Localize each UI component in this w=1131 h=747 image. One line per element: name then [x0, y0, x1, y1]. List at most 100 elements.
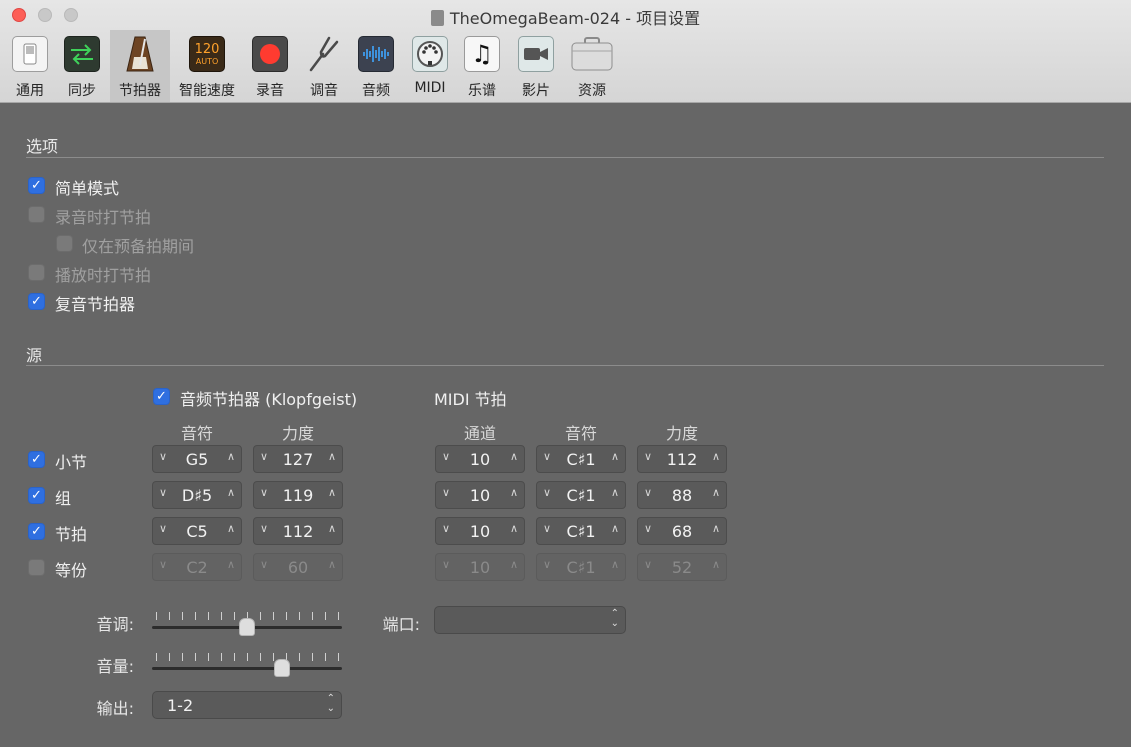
audio-click-checkbox[interactable]: ✓: [153, 388, 170, 405]
chevron-up-icon[interactable]: ∧: [611, 522, 619, 535]
chevron-down-icon[interactable]: ∨: [260, 450, 268, 463]
chevron-up-icon[interactable]: ∧: [611, 486, 619, 499]
chevron-up-icon: ∧: [610, 558, 619, 571]
division-channel-stepper[interactable]: ∨ 10 ∧: [435, 553, 525, 581]
velocity-column-header: 力度: [281, 424, 314, 443]
record-icon: [252, 36, 288, 72]
volume-slider[interactable]: [152, 647, 342, 677]
toolbar-assets[interactable]: 资源: [566, 30, 618, 102]
toolbar-score[interactable]: ♫ 乐谱: [458, 30, 506, 102]
beat-midi-velocity-stepper[interactable]: ∨ 68 ∧: [637, 517, 727, 545]
score-note-icon: ♫: [464, 36, 500, 72]
only-during-countin-checkbox[interactable]: [56, 235, 73, 252]
output-popup[interactable]: 1-2 ⌃ ⌄: [152, 691, 342, 719]
chevron-down-icon[interactable]: ∨: [644, 450, 652, 463]
toolbar-audio[interactable]: 音频: [352, 30, 400, 102]
chevron-up-icon[interactable]: ∧: [328, 450, 336, 463]
output-label: 输出:: [96, 699, 134, 718]
chevron-down-icon[interactable]: ∨: [159, 522, 167, 535]
volume-slider-knob[interactable]: [274, 659, 290, 677]
slider-tick: [195, 612, 196, 620]
window-title: TheOmegaBeam-024 - 项目设置: [449, 9, 701, 28]
title-bar: TheOmegaBeam-024 - 项目设置 通用 同步 节拍器 120 AU…: [0, 0, 1131, 103]
port-popup[interactable]: ⌃ ⌄: [434, 606, 626, 634]
chevron-down-icon[interactable]: ∨: [543, 522, 551, 535]
chevron-up-icon[interactable]: ∧: [227, 450, 235, 463]
chevron-up-icon[interactable]: ∧: [328, 486, 336, 499]
beat-midi-note-stepper[interactable]: ∨ C♯1 ∧: [536, 517, 626, 545]
division-midi-note-stepper[interactable]: ∨ C♯1 ∧: [536, 553, 626, 581]
chevron-up-icon[interactable]: ∧: [611, 450, 619, 463]
chevron-down-icon[interactable]: ∨: [442, 450, 450, 463]
chevron-down-icon[interactable]: ∨: [159, 486, 167, 499]
chevron-up-icon[interactable]: ∧: [227, 486, 235, 499]
chevron-down-icon[interactable]: ∨: [260, 486, 268, 499]
group-midi-velocity-stepper[interactable]: ∨ 88 ∧: [637, 481, 727, 509]
chevron-up-icon[interactable]: ∧: [510, 486, 518, 499]
chevron-down-icon[interactable]: ∨: [644, 522, 652, 535]
toolbar-movie[interactable]: 影片: [512, 30, 560, 102]
beat-note-stepper[interactable]: ∨ C5 ∧: [152, 517, 242, 545]
beat-checkbox[interactable]: ✓: [28, 523, 45, 540]
chevron-down-icon[interactable]: ∨: [260, 522, 268, 535]
source-divider: [26, 365, 1104, 366]
slider-tick: [221, 612, 222, 620]
slider-tick: [338, 612, 339, 620]
chevron-down-icon: ∨: [260, 558, 269, 571]
channel-column-header: 通道: [463, 424, 496, 443]
chevron-up-icon: ∧: [711, 558, 720, 571]
toolbar-midi[interactable]: MIDI: [406, 30, 454, 102]
toolbar-sync[interactable]: 同步: [58, 30, 106, 102]
slider-tick: [299, 612, 300, 620]
chevron-down-icon[interactable]: ∨: [644, 486, 652, 499]
chevron-up-icon[interactable]: ∧: [510, 450, 518, 463]
chevron-down-icon[interactable]: ∨: [442, 486, 450, 499]
slider-tick: [169, 653, 170, 661]
chevron-up-icon[interactable]: ∧: [712, 486, 720, 499]
bar-note-stepper[interactable]: ∨ G5 ∧: [152, 445, 242, 473]
toolbar-metronome[interactable]: 节拍器: [110, 30, 170, 102]
group-midi-note-stepper[interactable]: ∨ C♯1 ∧: [536, 481, 626, 509]
chevron-down-icon[interactable]: ∨: [442, 522, 450, 535]
chevron-down-icon[interactable]: ∨: [543, 450, 551, 463]
movie-camera-icon: [518, 36, 554, 72]
beat-channel-stepper[interactable]: ∨ 10 ∧: [435, 517, 525, 545]
toolbar-tuning[interactable]: 调音: [300, 30, 348, 102]
bar-checkbox[interactable]: ✓: [28, 451, 45, 468]
slider-tick: [338, 653, 339, 661]
bar-velocity-stepper[interactable]: ∨ 127 ∧: [253, 445, 343, 473]
toolbar-smart-tempo[interactable]: 120 AUTO 智能速度: [172, 30, 242, 102]
division-midi-velocity-stepper[interactable]: ∨ 52 ∧: [637, 553, 727, 581]
chevron-down-icon[interactable]: ∨: [543, 486, 551, 499]
metronome-icon: [122, 36, 158, 72]
bar-midi-velocity-stepper[interactable]: ∨ 112 ∧: [637, 445, 727, 473]
chevron-up-icon[interactable]: ∧: [712, 450, 720, 463]
group-note-stepper[interactable]: ∨ D♯5 ∧: [152, 481, 242, 509]
chevron-up-icon[interactable]: ∧: [227, 522, 235, 535]
slider-tick: [247, 653, 248, 661]
click-while-playing-checkbox[interactable]: [28, 264, 45, 281]
beat-velocity-stepper[interactable]: ∨ 112 ∧: [253, 517, 343, 545]
division-velocity-stepper[interactable]: ∨ 60 ∧: [253, 553, 343, 581]
smart-tempo-icon: 120 AUTO: [189, 36, 225, 72]
division-checkbox[interactable]: [28, 559, 45, 576]
chevron-up-icon[interactable]: ∧: [510, 522, 518, 535]
chevron-up-icon[interactable]: ∧: [328, 522, 336, 535]
group-checkbox[interactable]: ✓: [28, 487, 45, 504]
click-while-recording-checkbox[interactable]: [28, 206, 45, 223]
simple-mode-checkbox[interactable]: ✓: [28, 177, 45, 194]
bar-channel-stepper[interactable]: ∨ 10 ∧: [435, 445, 525, 473]
assets-case-icon: [571, 36, 613, 72]
group-velocity-stepper[interactable]: ∨ 119 ∧: [253, 481, 343, 509]
group-channel-stepper[interactable]: ∨ 10 ∧: [435, 481, 525, 509]
bar-midi-note-stepper[interactable]: ∨ C♯1 ∧: [536, 445, 626, 473]
division-note-stepper[interactable]: ∨ C2 ∧: [152, 553, 242, 581]
tone-slider-knob[interactable]: [239, 618, 255, 636]
toolbar-general[interactable]: 通用: [6, 30, 54, 102]
chevron-down-icon[interactable]: ∨: [159, 450, 167, 463]
tone-slider[interactable]: [152, 606, 342, 636]
chevron-up-icon[interactable]: ∧: [712, 522, 720, 535]
polyphonic-click-checkbox[interactable]: ✓: [28, 293, 45, 310]
sync-arrows-icon: [64, 36, 100, 72]
toolbar-record[interactable]: 录音: [246, 30, 294, 102]
